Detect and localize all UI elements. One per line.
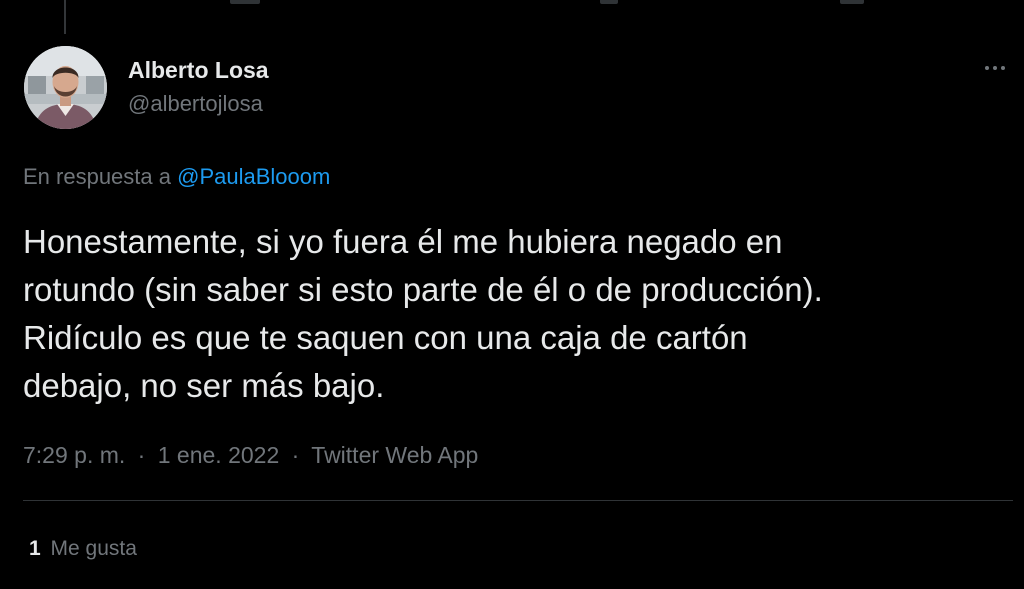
tweet-source[interactable]: Twitter Web App xyxy=(311,442,478,468)
divider xyxy=(23,500,1013,501)
tweet-text: Honestamente, si yo fuera él me hubiera … xyxy=(23,223,823,404)
meta-separator: · xyxy=(137,442,146,468)
reply-context: En respuesta a @PaulaBlooom xyxy=(23,163,330,191)
author-handle[interactable]: @albertojlosa xyxy=(128,90,269,118)
reply-mention-link[interactable]: @PaulaBlooom xyxy=(177,164,330,189)
likes-label: Me gusta xyxy=(50,537,137,560)
author-avatar[interactable] xyxy=(24,46,107,129)
meta-separator: · xyxy=(291,442,300,468)
more-horizontal-icon-dot xyxy=(993,66,997,70)
tweet-detail: Alberto Losa @albertojlosa En respuesta … xyxy=(0,0,1024,589)
author-info: Alberto Losa @albertojlosa xyxy=(128,56,269,118)
author-display-name[interactable]: Alberto Losa xyxy=(128,56,269,84)
tweet-metadata: 7:29 p. m. · 1 ene. 2022 · Twitter Web A… xyxy=(23,440,478,470)
likes-count: 1 xyxy=(29,537,41,560)
more-horizontal-icon-dot xyxy=(1001,66,1005,70)
reply-context-prefix: En respuesta a xyxy=(23,164,171,189)
tweet-date[interactable]: 1 ene. 2022 xyxy=(158,442,280,468)
tweet-time[interactable]: 7:29 p. m. xyxy=(23,442,125,468)
more-horizontal-icon xyxy=(985,66,989,70)
more-options-button[interactable] xyxy=(980,58,1010,78)
likes-stat[interactable]: 1 Me gusta xyxy=(29,535,137,563)
user-avatar-photo-icon xyxy=(24,46,107,129)
